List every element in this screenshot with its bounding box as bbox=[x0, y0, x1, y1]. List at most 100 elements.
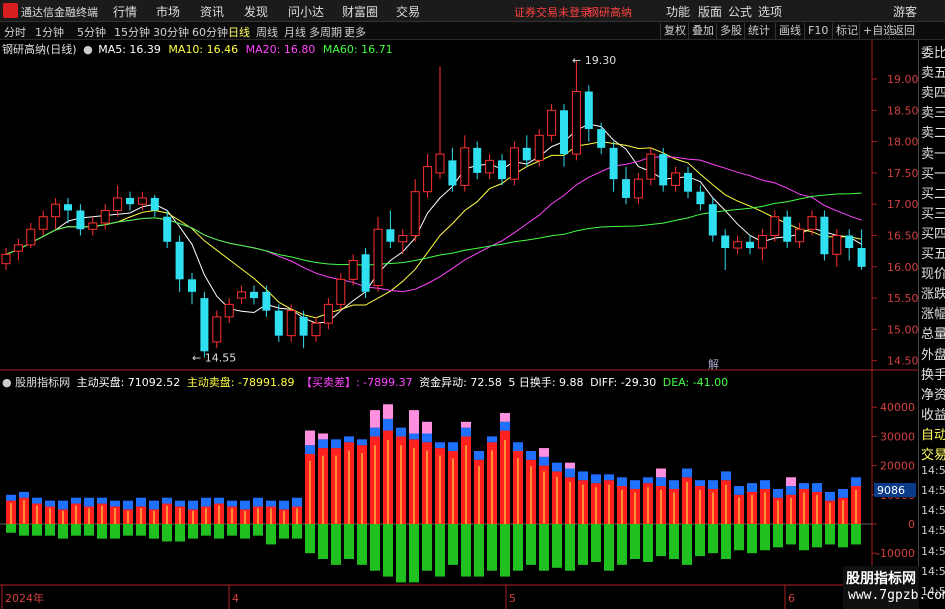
menu-formula[interactable]: 公式 bbox=[728, 3, 752, 20]
candle-body-down bbox=[262, 291, 271, 311]
candle-body-down bbox=[721, 235, 730, 249]
tab-more[interactable]: 更多 bbox=[344, 24, 366, 40]
date-axis-label: 4 bbox=[232, 592, 239, 605]
sell-bar bbox=[630, 524, 640, 560]
net-flow-bar bbox=[266, 500, 276, 507]
mark-button[interactable]: 标记 bbox=[832, 23, 861, 39]
ma20-line bbox=[5, 156, 862, 293]
tab-daily[interactable]: 日线 bbox=[228, 24, 250, 40]
menu-bar: 通达信金融终端 行情 市场 资讯 发现 问小达 财富圈 交易 证券交易未登录 钢… bbox=[0, 0, 945, 22]
sell-bar bbox=[370, 524, 380, 571]
ma10-line bbox=[5, 141, 862, 319]
net-flow-bar bbox=[734, 486, 744, 495]
ma5-label: MA5: 16.39 bbox=[98, 43, 161, 56]
tab-monthly[interactable]: 月线 bbox=[284, 24, 306, 40]
side-panel-item: 涨幅 bbox=[921, 307, 945, 323]
back-button[interactable]: 返回 bbox=[889, 23, 918, 39]
indicator-name[interactable]: 股朋指标网 bbox=[15, 376, 70, 389]
sell-bar bbox=[565, 524, 575, 571]
menu-discover[interactable]: 发现 bbox=[244, 3, 268, 20]
ma20-label: MA20: 16.80 bbox=[245, 43, 316, 56]
sell-bar bbox=[435, 524, 445, 577]
candle-body-down bbox=[386, 229, 395, 242]
stock-name: 钢研高纳 bbox=[588, 6, 632, 19]
candle-body-down bbox=[820, 216, 829, 255]
net-flow-bar bbox=[188, 500, 198, 510]
sell-bar bbox=[461, 524, 471, 577]
candle-body-up bbox=[485, 159, 495, 174]
surge-bar bbox=[318, 433, 328, 440]
candle-body-down bbox=[188, 279, 196, 292]
restore-rights-button[interactable]: 复权 bbox=[660, 23, 689, 39]
tab-timeshare[interactable]: 分时 bbox=[4, 24, 26, 40]
net-flow-bar bbox=[240, 500, 250, 510]
net-flow-bar bbox=[851, 477, 861, 487]
net-flow-bar bbox=[383, 418, 393, 431]
tab-multi-period[interactable]: 多周期 bbox=[309, 24, 342, 40]
tab-15min[interactable]: 15分钟 bbox=[114, 24, 150, 40]
indicator-settings-icon[interactable]: ● bbox=[2, 376, 12, 389]
candle-body-up bbox=[757, 235, 767, 249]
tab-60min[interactable]: 60分钟 bbox=[192, 24, 228, 40]
sell-bar bbox=[71, 524, 81, 536]
net-flow-bar bbox=[149, 500, 159, 510]
sell-bar bbox=[812, 524, 822, 548]
menu-market[interactable]: 市场 bbox=[156, 3, 180, 20]
price-axis-label: 17.50 bbox=[887, 167, 918, 180]
candle-body-down bbox=[498, 160, 506, 180]
ind-axis-label: 30000 bbox=[880, 430, 915, 443]
sell-bar bbox=[396, 524, 406, 583]
surge-bar bbox=[656, 468, 666, 478]
sell-bar bbox=[383, 524, 393, 577]
menu-news[interactable]: 资讯 bbox=[200, 3, 224, 20]
sell-bar bbox=[162, 524, 172, 542]
sell-bar bbox=[513, 524, 523, 571]
sell-bar bbox=[682, 524, 692, 565]
net-flow-bar bbox=[84, 497, 94, 507]
candle-body-up bbox=[1, 253, 11, 265]
candle-body-down bbox=[76, 210, 85, 230]
candle-body-up bbox=[646, 153, 656, 180]
overlay-button[interactable]: 叠加 bbox=[688, 23, 717, 39]
f10-button[interactable]: F10 bbox=[804, 23, 831, 39]
menu-wealth[interactable]: 财富圈 bbox=[342, 3, 378, 20]
settings-icon[interactable]: ● bbox=[83, 43, 93, 56]
side-panel-item: 卖四 bbox=[921, 86, 945, 102]
menu-trade[interactable]: 交易 bbox=[396, 3, 420, 20]
statistics-button[interactable]: 统计 bbox=[744, 23, 773, 39]
net-flow-bar bbox=[162, 497, 172, 504]
sell-bar bbox=[669, 524, 679, 560]
menu-function[interactable]: 功能 bbox=[666, 3, 690, 20]
candle-body-up bbox=[410, 191, 420, 236]
net-flow-bar bbox=[318, 439, 328, 449]
candle-body-down bbox=[163, 216, 172, 242]
menu-quotes[interactable]: 行情 bbox=[113, 3, 137, 20]
side-panel-item: 卖三 bbox=[921, 106, 945, 122]
menu-ask[interactable]: 问小达 bbox=[288, 3, 324, 20]
tab-weekly[interactable]: 周线 bbox=[256, 24, 278, 40]
login-status[interactable]: 证券交易未登录 bbox=[514, 4, 591, 20]
side-panel-item: 买四 bbox=[921, 226, 945, 242]
app-title: 通达信金融终端 bbox=[21, 6, 98, 19]
multi-stock-button[interactable]: 多股 bbox=[716, 23, 745, 39]
sell-bar bbox=[19, 524, 29, 536]
kline-chart[interactable]: 19.00 18.50 18.00 17.50 17.00 16.50 16.00 15.50… bbox=[0, 40, 918, 609]
side-panel-item: 14:56 bbox=[921, 524, 945, 538]
sell-bar bbox=[708, 524, 718, 554]
draw-line-button[interactable]: 画线 bbox=[775, 23, 804, 39]
net-flow-bar bbox=[305, 445, 315, 454]
net-flow-bar bbox=[474, 451, 484, 460]
candle-body-down bbox=[64, 204, 72, 211]
tab-1min[interactable]: 1分钟 bbox=[35, 24, 64, 40]
menu-layout[interactable]: 版面 bbox=[698, 3, 722, 20]
side-panel-item: 涨跌 bbox=[921, 287, 945, 303]
sell-bar bbox=[773, 524, 783, 548]
candle-body-down bbox=[597, 129, 606, 148]
menu-options[interactable]: 选项 bbox=[758, 3, 782, 20]
tab-30min[interactable]: 30分钟 bbox=[153, 24, 189, 40]
menu-guest[interactable]: 游客 bbox=[893, 3, 917, 20]
tab-5min[interactable]: 5分钟 bbox=[77, 24, 106, 40]
net-flow-bar bbox=[58, 500, 68, 510]
candle-body-down bbox=[126, 197, 134, 205]
dea-label: DEA: -41.00 bbox=[662, 376, 729, 389]
